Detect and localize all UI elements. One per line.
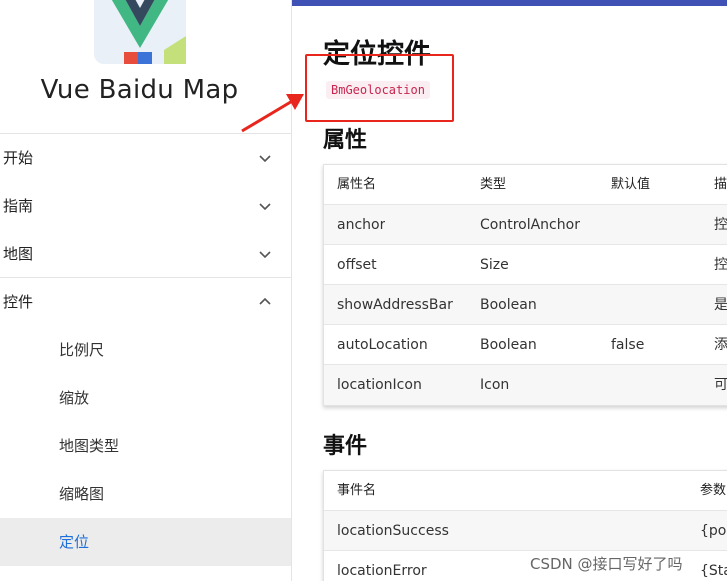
nav-item-start[interactable]: 开始: [0, 134, 291, 182]
nav-item-label: 指南: [3, 197, 34, 215]
table-row: showAddressBar Boolean 是: [324, 285, 727, 325]
nav-item-label: 控件: [3, 293, 34, 311]
prop-type: Size: [480, 257, 509, 273]
prop-name: autoLocation: [337, 337, 428, 353]
prop-name: offset: [337, 257, 377, 273]
column-header: 事件名: [337, 483, 377, 498]
prop-desc: 控: [714, 217, 727, 233]
table-row: locationIcon Icon 可: [324, 365, 727, 405]
prop-desc: 是: [714, 297, 727, 313]
column-header: 类型: [480, 177, 507, 192]
prop-default: false: [611, 337, 645, 353]
event-name: locationSuccess: [337, 523, 449, 539]
prop-type: ControlAnchor: [480, 217, 580, 233]
column-header: 默认值: [611, 177, 651, 192]
table-header-row: 属性名 类型 默认值 描: [324, 165, 727, 205]
prop-desc: 添: [714, 337, 727, 353]
column-header: 属性名: [337, 177, 377, 192]
prop-desc: 控: [714, 257, 727, 273]
column-header: 参数: [700, 483, 727, 498]
event-params: {Stat: [700, 563, 727, 579]
annotation-arrow-icon: [241, 94, 304, 133]
chevron-down-icon: [259, 251, 271, 259]
prop-type: Boolean: [480, 297, 537, 313]
nav-item-label: 地图: [3, 245, 34, 263]
event-name: locationError: [337, 563, 427, 579]
column-header: 描: [714, 177, 727, 192]
nav-item-label: 开始: [3, 149, 34, 167]
nav-item-controls[interactable]: 控件: [0, 278, 291, 326]
table-row: offset Size 控: [324, 245, 727, 285]
props-section-title: 属性: [323, 128, 368, 153]
sidebar-nav: 开始 指南 地图 控件 比例尺 缩放 地图类型 缩略图 定位: [0, 133, 291, 566]
chevron-down-icon: [259, 155, 271, 163]
nav-item-map[interactable]: 地图: [0, 230, 291, 278]
chevron-up-icon: [259, 297, 271, 305]
prop-type: Icon: [480, 377, 510, 393]
prop-name: showAddressBar: [337, 297, 453, 313]
sub-item-geolocation[interactable]: 定位: [0, 518, 291, 566]
watermark: CSDN @接口写好了吗: [530, 555, 683, 573]
props-table: 属性名 类型 默认值 描 anchor ControlAnchor 控 offs…: [323, 164, 727, 406]
table-row: locationSuccess {poi: [324, 511, 727, 551]
sub-item-scale[interactable]: 比例尺: [0, 326, 291, 374]
prop-type: Boolean: [480, 337, 537, 353]
event-params: {poi: [700, 523, 727, 539]
prop-desc: 可: [714, 377, 727, 393]
vue-logo: [94, 0, 186, 64]
sub-item-zoom[interactable]: 缩放: [0, 374, 291, 422]
table-row: anchor ControlAnchor 控: [324, 205, 727, 245]
annotation-highlight-box: [305, 54, 454, 122]
nav-item-guide[interactable]: 指南: [0, 182, 291, 230]
prop-name: locationIcon: [337, 377, 422, 393]
prop-name: anchor: [337, 217, 386, 233]
events-section-title: 事件: [323, 434, 368, 459]
sub-item-map-type[interactable]: 地图类型: [0, 422, 291, 470]
sub-item-overview[interactable]: 缩略图: [0, 470, 291, 518]
table-row: autoLocation Boolean false 添: [324, 325, 727, 365]
table-header-row: 事件名 参数: [324, 471, 727, 511]
chevron-down-icon: [259, 203, 271, 211]
